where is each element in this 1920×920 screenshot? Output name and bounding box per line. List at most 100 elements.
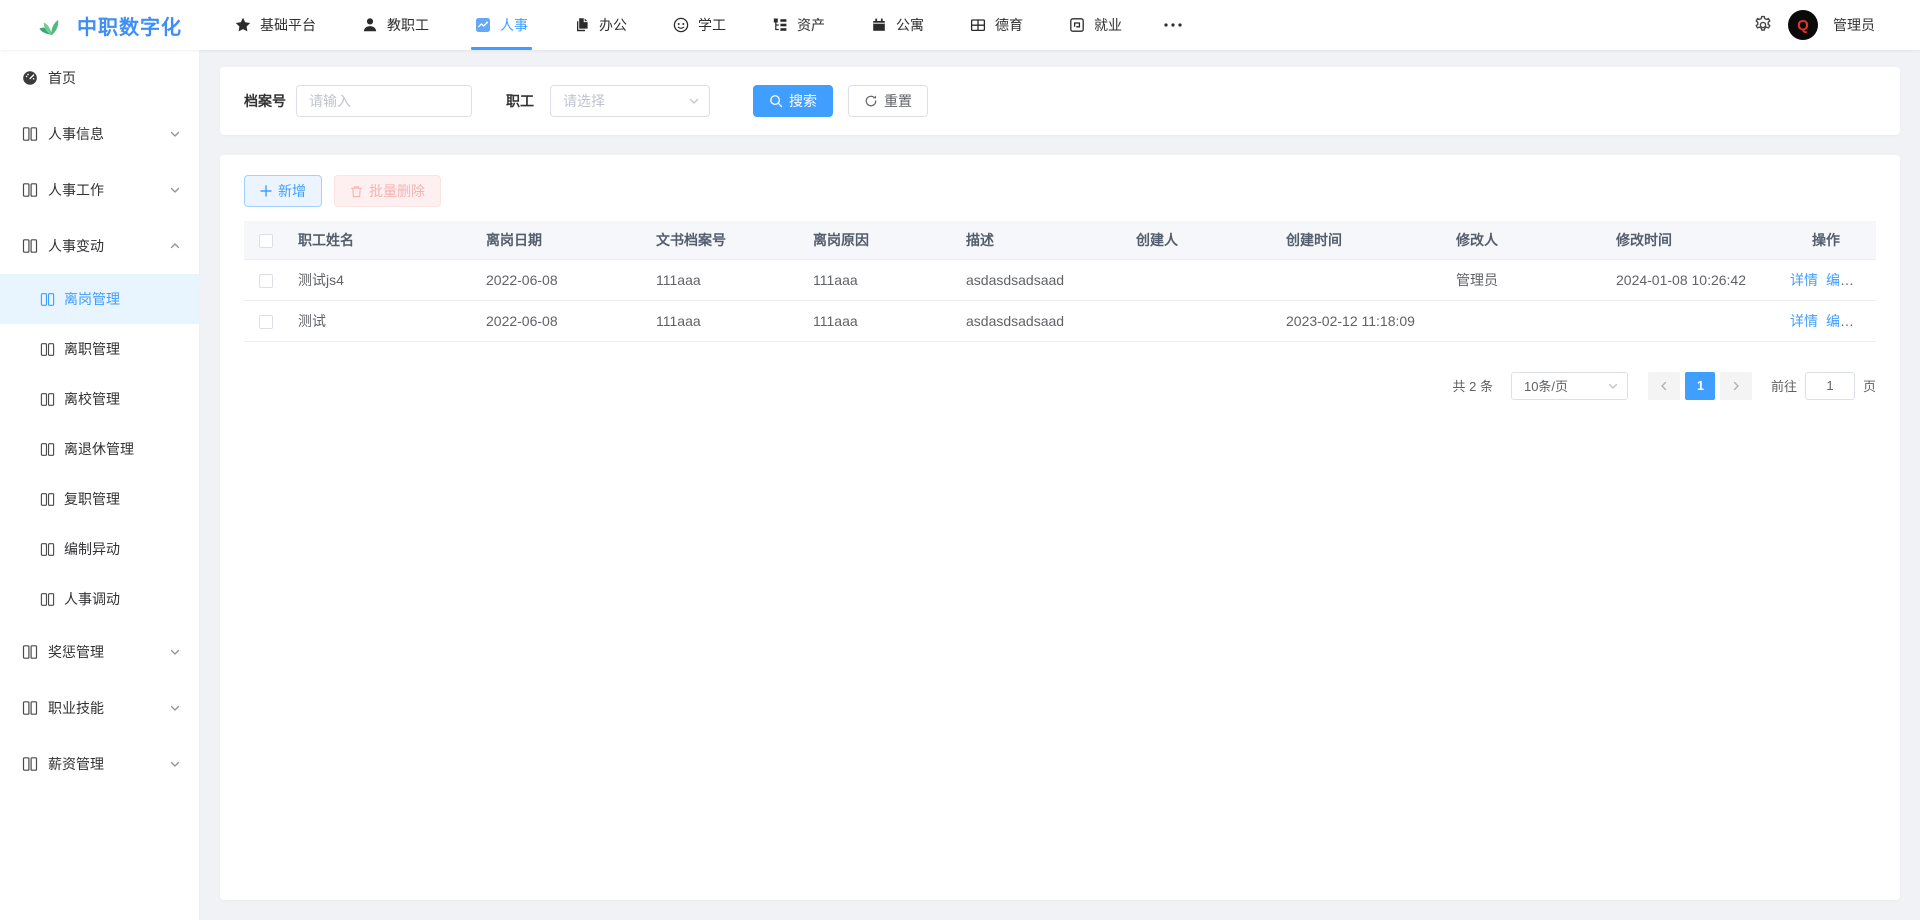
next-page-button[interactable]	[1720, 372, 1752, 400]
cell-name: 测试js4	[288, 259, 476, 300]
gear-icon[interactable]	[1753, 15, 1773, 35]
column-header-modify-time: 修改时间	[1606, 221, 1776, 259]
detail-link[interactable]: 详情	[1790, 272, 1818, 288]
sidebar-group-hr-change[interactable]: 人事变动	[0, 218, 199, 274]
sidebar-item-label: 首页	[48, 68, 76, 88]
sidebar-item-leave-school[interactable]: 离校管理	[0, 374, 199, 424]
sidebar-item-home[interactable]: 首页	[0, 50, 199, 106]
column-header-creator: 创建人	[1126, 221, 1276, 259]
book-icon	[40, 492, 55, 507]
student-face-icon	[673, 17, 689, 33]
header-right: Q 管理员	[1753, 10, 1920, 40]
chevron-down-icon	[169, 128, 181, 140]
table-row: 测试js4 2022-06-08 111aaa 111aaa asdasdsad…	[244, 259, 1876, 300]
chevron-right-icon	[1730, 380, 1742, 392]
goto-label: 前往	[1771, 376, 1797, 395]
edit-link[interactable]: 编辑	[1826, 272, 1854, 288]
building-calendar-icon	[871, 17, 887, 33]
sidebar-item-leave-post[interactable]: 离岗管理	[0, 274, 199, 324]
sidebar-item-label: 人事调动	[64, 589, 120, 609]
detail-link[interactable]: 详情	[1790, 313, 1818, 329]
sidebar-item-label: 离退休管理	[64, 439, 134, 459]
sidebar: 首页 人事信息 人事工作 人事变动 离岗管理 离职管理	[0, 50, 200, 920]
page-number-active[interactable]: 1	[1685, 372, 1715, 400]
select-all-checkbox[interactable]	[259, 234, 273, 248]
leave-post-table: 职工姓名 离岗日期 文书档案号 离岗原因 描述 创建人 创建时间 修改人 修改时…	[244, 221, 1876, 342]
cell-name: 测试	[288, 300, 476, 341]
nav-item-label: 办公	[599, 15, 627, 35]
edit-link[interactable]: 编辑	[1826, 313, 1854, 329]
book-icon	[40, 392, 55, 407]
nav-item-apartment[interactable]: 公寓	[848, 0, 947, 50]
nav-item-label: 公寓	[896, 15, 924, 35]
nav-more-button[interactable]	[1145, 0, 1201, 50]
row-checkbox[interactable]	[259, 315, 273, 329]
column-header-name: 职工姓名	[288, 221, 476, 259]
staff-select[interactable]: 请选择	[550, 85, 710, 117]
chevron-down-icon	[169, 646, 181, 658]
column-header-description: 描述	[956, 221, 1126, 259]
hr-chart-icon	[475, 17, 491, 33]
employment-box-icon	[1069, 17, 1085, 33]
cell-create-time: 2023-02-12 11:18:09	[1276, 300, 1446, 341]
sidebar-group-vocational-skills[interactable]: 职业技能	[0, 680, 199, 736]
user-icon	[362, 17, 378, 33]
delete-link[interactable]: 删除	[1862, 313, 1876, 329]
delete-link[interactable]: 删除	[1862, 272, 1876, 288]
cell-creator	[1126, 300, 1276, 341]
cell-modifier	[1446, 300, 1606, 341]
nav-item-base-platform[interactable]: 基础平台	[212, 0, 339, 50]
nav-item-label: 基础平台	[260, 15, 316, 35]
search-button-label: 搜索	[789, 91, 817, 111]
sidebar-item-reinstatement[interactable]: 复职管理	[0, 474, 199, 524]
prev-page-button[interactable]	[1648, 372, 1680, 400]
nav-item-assets[interactable]: 资产	[749, 0, 848, 50]
row-checkbox[interactable]	[259, 274, 273, 288]
nav-item-label: 就业	[1094, 15, 1122, 35]
sidebar-item-staffing-change[interactable]: 编制异动	[0, 524, 199, 574]
nav-item-label: 人事	[500, 15, 528, 35]
avatar[interactable]: Q	[1788, 10, 1818, 40]
column-header-modifier: 修改人	[1446, 221, 1606, 259]
sidebar-item-hr-transfer[interactable]: 人事调动	[0, 574, 199, 624]
search-button[interactable]: 搜索	[753, 85, 833, 117]
sidebar-group-reward-punishment[interactable]: 奖惩管理	[0, 624, 199, 680]
nav-item-staff[interactable]: 教职工	[339, 0, 452, 50]
pagination-total: 共 2 条	[1453, 376, 1493, 395]
pagination: 共 2 条 10条/页 1 前往 页	[244, 372, 1876, 400]
nav-item-office[interactable]: 办公	[551, 0, 650, 50]
archive-no-input[interactable]	[296, 85, 472, 117]
add-button[interactable]: 新增	[244, 175, 322, 207]
goto-page-input[interactable]	[1805, 372, 1855, 400]
batch-delete-label: 批量删除	[369, 181, 425, 201]
sidebar-item-label: 人事工作	[48, 180, 104, 200]
sidebar-group-salary[interactable]: 薪资管理	[0, 736, 199, 792]
batch-delete-button[interactable]: 批量删除	[334, 175, 441, 207]
nav-item-employment[interactable]: 就业	[1046, 0, 1145, 50]
sidebar-group-hr-work[interactable]: 人事工作	[0, 162, 199, 218]
table-toolbar: 新增 批量删除	[244, 175, 1876, 207]
grid-icon	[970, 17, 986, 33]
cell-leave-date: 2022-06-08	[476, 300, 646, 341]
ellipsis-icon	[1163, 22, 1183, 28]
sidebar-group-hr-info[interactable]: 人事信息	[0, 106, 199, 162]
page-size-value: 10条/页	[1524, 376, 1568, 395]
sidebar-item-label: 人事信息	[48, 124, 104, 144]
sidebar-item-label: 离岗管理	[64, 289, 120, 309]
page-size-select[interactable]: 10条/页	[1511, 372, 1628, 400]
reset-button[interactable]: 重置	[848, 85, 928, 117]
nav-item-student-affairs[interactable]: 学工	[650, 0, 749, 50]
nav-item-hr[interactable]: 人事	[452, 0, 551, 50]
sidebar-item-label: 离职管理	[64, 339, 120, 359]
sidebar-item-label: 奖惩管理	[48, 642, 104, 662]
top-nav: 基础平台 教职工 人事 办公 学工	[212, 0, 1201, 50]
cell-reason: 111aaa	[803, 300, 956, 341]
nav-item-moral-education[interactable]: 德育	[947, 0, 1046, 50]
sidebar-item-resignation[interactable]: 离职管理	[0, 324, 199, 374]
logo-icon	[38, 13, 65, 37]
top-header: 中职数字化 基础平台 教职工 人事 办公	[0, 0, 1920, 50]
main-content: 档案号 职工 请选择 搜索 重置 新增	[200, 50, 1920, 920]
sidebar-item-retirement[interactable]: 离退休管理	[0, 424, 199, 474]
user-name: 管理员	[1833, 15, 1875, 35]
cell-doc-no: 111aaa	[646, 259, 803, 300]
